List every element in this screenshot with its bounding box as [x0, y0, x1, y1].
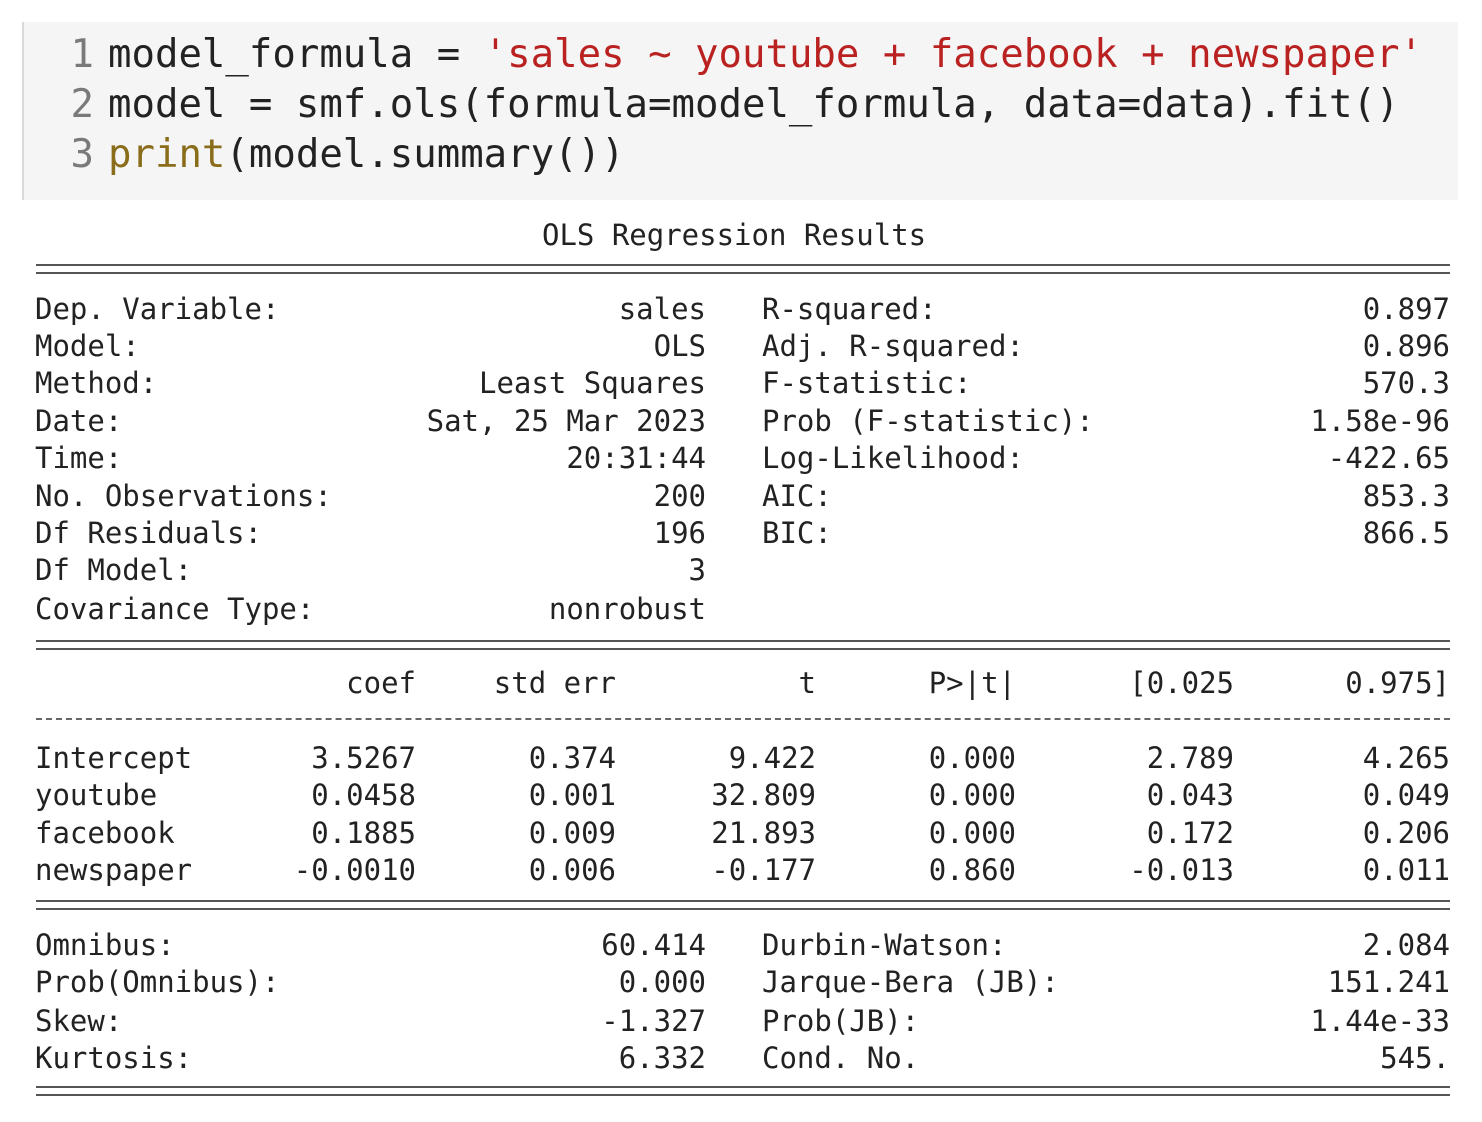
- output-title: OLS Regression Results: [542, 218, 927, 252]
- stat-value: 545.: [1380, 1041, 1450, 1075]
- stat-value: 866.5: [1362, 516, 1450, 550]
- stat-value: -422.65: [1327, 441, 1450, 475]
- rule-equals: [36, 264, 1450, 274]
- stat-value: 853.3: [1362, 479, 1450, 513]
- stat-label: Model:: [35, 329, 140, 363]
- stat-label: AIC:: [762, 479, 832, 513]
- rule-equals: [36, 1086, 1450, 1096]
- stat-label: F-statistic:: [762, 366, 972, 400]
- code-line-1[interactable]: model_formula = 'sales ~ youtube + faceb…: [108, 30, 1423, 80]
- line-number: 2: [70, 82, 94, 127]
- stat-value: 1.58e-96: [1310, 404, 1450, 438]
- code-string: 'sales ~ youtube + facebook + newspaper': [483, 32, 1423, 77]
- rule-dashes: [36, 718, 1450, 720]
- stat-value: -1.327: [601, 1004, 706, 1038]
- stat-value: sales: [618, 292, 706, 326]
- stat-label: BIC:: [762, 516, 832, 550]
- code-line-2[interactable]: model = smf.ols(formula=model_formula, d…: [108, 80, 1399, 130]
- stat-value: 151.241: [1327, 965, 1450, 999]
- stat-label: Log-Likelihood:: [762, 441, 1024, 475]
- stat-value: 2.084: [1362, 928, 1450, 962]
- code-variable: model_formula: [108, 32, 414, 77]
- stat-label: Dep. Variable:: [35, 292, 280, 326]
- stat-value: 570.3: [1362, 366, 1450, 400]
- stat-label: Prob (F-statistic):: [762, 404, 1094, 438]
- stat-value: 60.414: [601, 928, 706, 962]
- stat-value: 6.332: [618, 1041, 706, 1075]
- stat-label: Adj. R-squared:: [762, 329, 1024, 363]
- stat-value: nonrobust: [548, 592, 706, 626]
- stat-label: Jarque-Bera (JB):: [762, 965, 1059, 999]
- line-number: 3: [70, 132, 94, 177]
- stat-label: Skew:: [35, 1004, 123, 1038]
- rule-equals: [36, 900, 1450, 910]
- stat-label: Omnibus:: [35, 928, 175, 962]
- stat-value: 0.000: [618, 965, 706, 999]
- stat-label: Df Residuals:: [35, 516, 262, 550]
- stat-value: 3: [688, 553, 706, 587]
- stat-value: Sat, 25 Mar 2023: [426, 404, 706, 438]
- stat-label: Covariance Type:: [35, 592, 315, 626]
- stat-label: Date:: [35, 404, 123, 438]
- coef-cell: 0.049: [1362, 778, 1450, 812]
- stat-value: 0.897: [1362, 292, 1450, 326]
- stat-label: Prob(JB):: [762, 1004, 920, 1038]
- line-number: 1: [70, 32, 94, 77]
- stat-value: 20:31:44: [566, 441, 706, 475]
- coef-cell: 0.011: [1362, 853, 1450, 887]
- code-line-3[interactable]: print(model.summary()): [108, 130, 625, 180]
- stat-label: R-squared:: [762, 292, 937, 326]
- stat-value: OLS: [653, 329, 706, 363]
- stat-label: Df Model:: [35, 553, 193, 587]
- code-call: (model.summary()): [225, 132, 625, 177]
- stat-label: Method:: [35, 366, 158, 400]
- stat-label: No. Observations:: [35, 479, 332, 513]
- coef-cell: 0.206: [1362, 816, 1450, 850]
- stat-label: Cond. No.: [762, 1041, 920, 1075]
- rule-equals: [36, 640, 1450, 650]
- stat-value: 0.896: [1362, 329, 1450, 363]
- stat-label: Durbin-Watson:: [762, 928, 1007, 962]
- coef-cell: 4.265: [1362, 741, 1450, 775]
- code-builtin: print: [108, 132, 226, 177]
- stat-label: Kurtosis:: [35, 1041, 193, 1075]
- stat-value: 200: [653, 479, 706, 513]
- stat-value: Least Squares: [479, 366, 706, 400]
- column-header: 0.975]: [1345, 666, 1450, 700]
- stat-label: Prob(Omnibus):: [35, 965, 280, 999]
- code-operator: =: [413, 32, 484, 77]
- stat-value: 1.44e-33: [1310, 1004, 1450, 1038]
- stat-value: 196: [653, 516, 706, 550]
- stat-label: Time:: [35, 441, 123, 475]
